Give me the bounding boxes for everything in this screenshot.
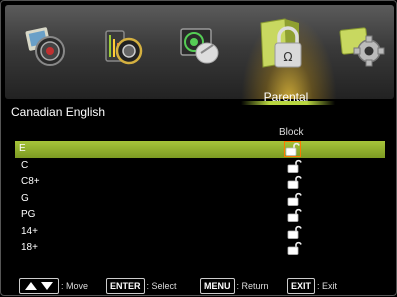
rating-label: PG	[21, 209, 36, 220]
move-hint-text: : Move	[61, 280, 89, 291]
rating-list: E C C8+ G PG 14+ 18+	[15, 141, 387, 257]
rating-row-c[interactable]: C	[17, 158, 387, 175]
rating-row-18plus[interactable]: 18+	[17, 240, 387, 257]
select-hint-text: : Select	[146, 280, 177, 291]
rating-row-e[interactable]: E	[15, 141, 385, 158]
rating-row-g[interactable]: G	[17, 191, 387, 208]
rating-label: C8+	[21, 176, 40, 187]
unlocked-padlock-icon[interactable]	[287, 159, 302, 173]
menu-key: MENU	[200, 277, 235, 294]
rating-label: 18+	[21, 242, 38, 253]
unlocked-padlock-icon[interactable]	[287, 241, 302, 255]
svg-text:Ω: Ω	[283, 50, 292, 64]
unlocked-padlock-icon[interactable]	[287, 175, 302, 189]
exit-key: EXIT	[287, 277, 316, 294]
gear-icon[interactable]	[339, 23, 385, 69]
move-hint: : Move	[19, 277, 89, 294]
exit-hint-text: : Exit	[317, 280, 338, 291]
return-hint: MENU: Return	[200, 277, 269, 294]
rating-label: 14+	[21, 225, 38, 237]
active-tab-underline	[241, 101, 335, 105]
satellite-dish-icon[interactable]	[177, 23, 223, 69]
picture-icon[interactable]	[23, 23, 69, 69]
tv-osd-frame: Ω Parental Canadian English Block E C C8…	[0, 0, 397, 296]
menu-icon-bar: Ω	[5, 5, 394, 99]
unlocked-padlock-icon[interactable]	[287, 192, 302, 206]
rating-label: G	[21, 192, 29, 204]
lock-icon[interactable]: Ω	[255, 17, 307, 75]
rating-row-14plus[interactable]: 14+	[17, 224, 387, 241]
rating-label: C	[21, 159, 29, 171]
sound-icon[interactable]	[100, 23, 146, 69]
block-column-header: Block	[279, 127, 304, 138]
arrow-keys-icon	[19, 277, 59, 294]
unlocked-padlock-icon[interactable]	[287, 225, 302, 239]
rating-row-pg[interactable]: PG	[17, 207, 387, 224]
return-hint-text: : Return	[236, 280, 269, 291]
rating-label: E	[19, 143, 26, 154]
unlocked-padlock-icon[interactable]	[284, 141, 301, 157]
select-hint: ENTER: Select	[106, 277, 177, 294]
exit-hint: EXIT: Exit	[287, 277, 338, 294]
section-title: Canadian English	[11, 105, 106, 119]
key-hint-bar: : Move ENTER: Select MENU: Return EXIT: …	[1, 273, 397, 297]
enter-key: ENTER	[106, 277, 145, 294]
rating-row-c8plus[interactable]: C8+	[17, 174, 387, 191]
unlocked-padlock-icon[interactable]	[287, 208, 302, 222]
